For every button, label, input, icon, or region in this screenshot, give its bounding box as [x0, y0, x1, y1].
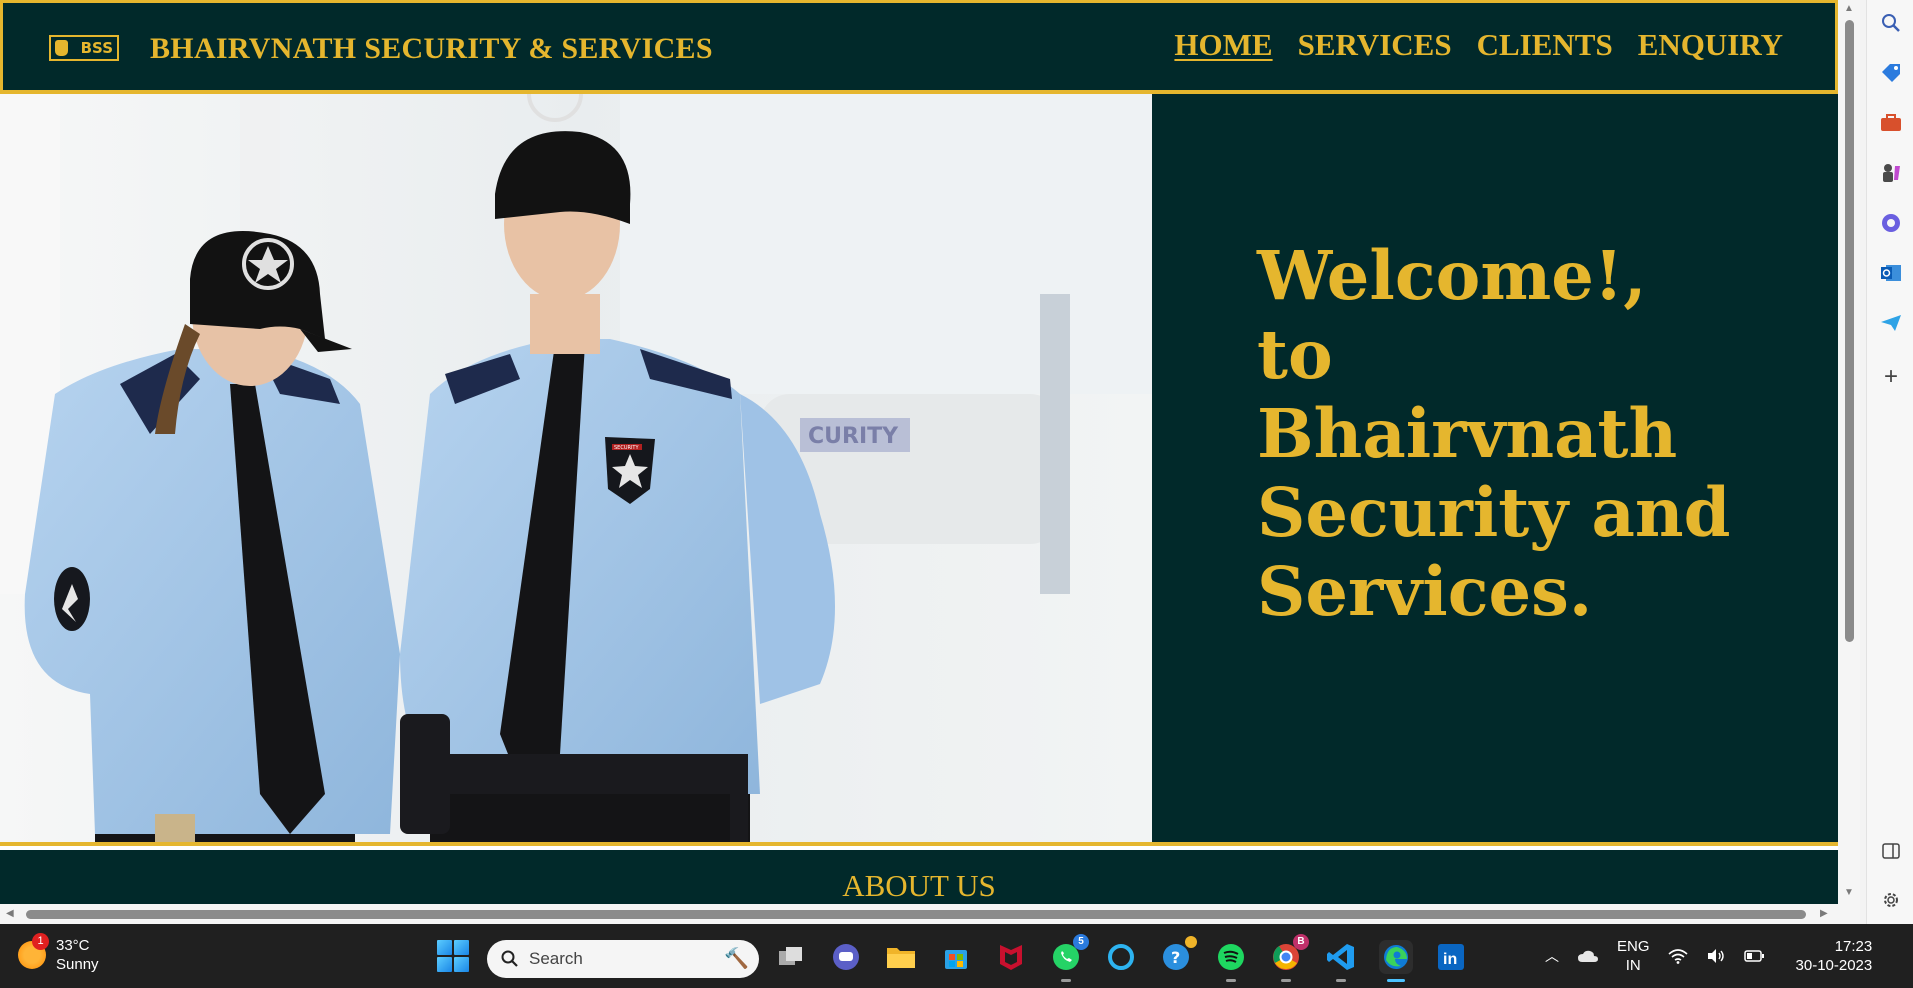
- outlook-icon[interactable]: [1876, 258, 1906, 288]
- start-button[interactable]: [437, 940, 469, 972]
- hero-line-5: Services.: [1257, 552, 1593, 631]
- vscode-icon[interactable]: [1324, 940, 1358, 982]
- search-icon[interactable]: [1876, 8, 1906, 38]
- chess-icon[interactable]: [1876, 158, 1906, 188]
- mcafee-icon[interactable]: [994, 940, 1028, 974]
- clock[interactable]: 17:23 30-10-2023: [1796, 937, 1873, 975]
- badge-text: SECURITY: [614, 445, 639, 451]
- system-tray: ︿ ENG IN 17:23 30-10-2023: [1545, 924, 1872, 988]
- about-us-heading[interactable]: ABOUT US: [0, 868, 1838, 904]
- search-icon: [501, 950, 518, 967]
- scroll-left-icon[interactable]: ◀: [6, 909, 14, 919]
- hero-welcome-heading: Welcome!, to Bhairvnath Security and Ser…: [1257, 236, 1797, 631]
- whatsapp-badge: 5: [1073, 934, 1089, 950]
- lang-bottom: IN: [1625, 957, 1641, 974]
- linkedin-label: in: [1443, 951, 1457, 968]
- logo-emblem-icon: [55, 40, 68, 56]
- language-indicator[interactable]: ENG IN: [1617, 937, 1650, 975]
- cortana-icon[interactable]: [1104, 940, 1138, 974]
- scroll-up-icon[interactable]: ▲: [1844, 4, 1854, 14]
- clock-date: 30-10-2023: [1795, 957, 1873, 974]
- file-explorer-icon[interactable]: [884, 940, 918, 974]
- hero-line-3: Bhairvnath: [1257, 394, 1678, 473]
- nav-home[interactable]: HOME: [1174, 27, 1272, 63]
- vertical-scroll-thumb[interactable]: [1845, 20, 1854, 642]
- scroll-right-icon[interactable]: ▶: [1820, 909, 1828, 919]
- sun-icon: 1: [18, 933, 49, 969]
- site-header: BSS BHAIRVNATH SECURITY & SERVICES HOME …: [0, 0, 1838, 94]
- running-indicator: [1061, 979, 1071, 982]
- tag-icon[interactable]: [1876, 58, 1906, 88]
- weather-temp: 33°C: [56, 937, 90, 954]
- microsoft-store-icon[interactable]: [939, 940, 973, 974]
- whatsapp-icon[interactable]: 5: [1049, 934, 1089, 982]
- chevron-up-icon[interactable]: ︿: [1545, 946, 1559, 966]
- chrome-icon[interactable]: B: [1269, 934, 1309, 982]
- volume-icon[interactable]: [1706, 948, 1726, 964]
- scroll-down-icon[interactable]: ▼: [1844, 888, 1854, 898]
- guards-illustration: CURITY SECURITY: [0, 94, 1152, 842]
- search-highlight-tools-icon: 🔨: [724, 948, 749, 970]
- start-tile: [437, 940, 452, 955]
- nav-clients[interactable]: CLIENTS: [1477, 27, 1613, 63]
- horizontal-scrollbar[interactable]: ◀ ▶: [0, 904, 1860, 924]
- search-placeholder: Search: [529, 949, 583, 968]
- hero-line-4: Security and: [1257, 473, 1731, 552]
- svg-text:?: ?: [1171, 948, 1180, 967]
- hero-line-2: to: [1257, 315, 1333, 394]
- add-icon[interactable]: +: [1876, 362, 1906, 392]
- start-tile: [454, 957, 469, 972]
- hero-line-1: Welcome!,: [1257, 236, 1647, 315]
- help-notification-dot: [1185, 936, 1197, 948]
- task-view-icon[interactable]: [774, 940, 808, 974]
- running-indicator: [1336, 979, 1346, 982]
- horizontal-scroll-thumb[interactable]: [26, 910, 1806, 919]
- teams-chat-icon[interactable]: [829, 940, 863, 974]
- start-tile: [454, 940, 469, 955]
- briefcase-icon[interactable]: [1876, 108, 1906, 138]
- active-indicator: [1387, 979, 1405, 982]
- windows-taskbar: 1 33°C Sunny Search 🔨 5 ? B in ︿ ENG IN …: [0, 924, 1913, 988]
- edge-icon[interactable]: [1379, 940, 1413, 982]
- site-logo[interactable]: BSS: [49, 35, 119, 61]
- copilot-icon[interactable]: [1876, 208, 1906, 238]
- running-indicator: [1226, 979, 1236, 982]
- weather-text: 33°C Sunny: [56, 936, 99, 974]
- browser-sidebar: +: [1866, 0, 1913, 924]
- send-icon[interactable]: [1876, 308, 1906, 338]
- lang-top: ENG: [1617, 938, 1650, 955]
- logo-text: BSS: [80, 39, 113, 57]
- chrome-profile-badge: B: [1293, 934, 1309, 950]
- weather-notification-badge: 1: [32, 933, 49, 950]
- wifi-icon[interactable]: [1667, 948, 1688, 964]
- vertical-scrollbar[interactable]: ▲ ▼: [1838, 0, 1860, 904]
- nav-enquiry[interactable]: ENQUIRY: [1638, 27, 1783, 63]
- settings-icon[interactable]: [1876, 885, 1906, 915]
- help-icon[interactable]: ?: [1159, 936, 1197, 974]
- start-tile: [437, 957, 452, 972]
- taskbar-search[interactable]: Search 🔨: [487, 940, 759, 978]
- wall-sign-text: CURITY: [808, 424, 899, 449]
- browser-viewport: BSS BHAIRVNATH SECURITY & SERVICES HOME …: [0, 0, 1838, 904]
- weather-widget[interactable]: 1 33°C Sunny: [18, 933, 99, 974]
- about-section: ABOUT US: [0, 850, 1838, 904]
- running-indicator: [1281, 979, 1291, 982]
- hero-photo-security-guards: CURITY SECURITY: [0, 94, 1152, 842]
- sidebar-toggle-icon[interactable]: [1876, 836, 1906, 866]
- hero-section: CURITY SECURITY Welcome!, to Bhairvnath …: [0, 94, 1838, 846]
- main-nav: HOME SERVICES CLIENTS ENQUIRY: [1174, 27, 1783, 63]
- clock-time: 17:23: [1834, 938, 1873, 955]
- weather-condition: Sunny: [56, 956, 99, 973]
- nav-services[interactable]: SERVICES: [1298, 27, 1452, 63]
- site-title: BHAIRVNATH SECURITY & SERVICES: [150, 32, 713, 65]
- battery-icon[interactable]: [1743, 949, 1764, 963]
- onedrive-cloud-icon[interactable]: [1577, 949, 1599, 963]
- linkedin-icon[interactable]: in: [1434, 940, 1468, 974]
- spotify-icon[interactable]: [1214, 940, 1248, 982]
